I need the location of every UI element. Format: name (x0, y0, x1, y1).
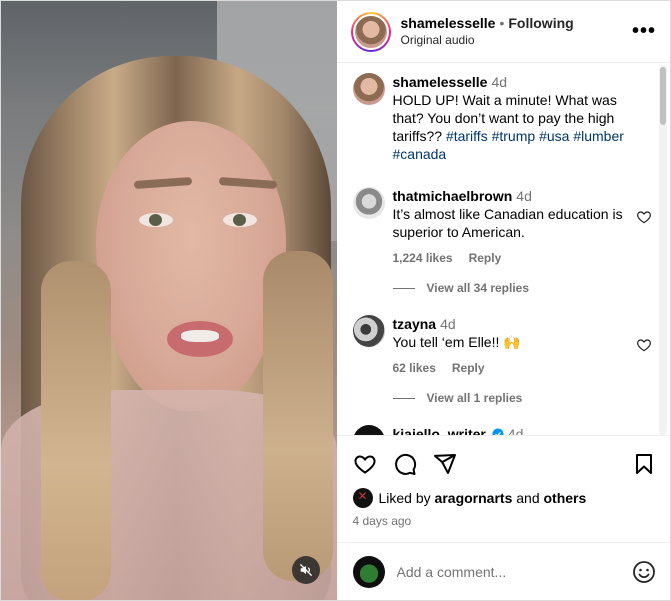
others-link[interactable]: others (544, 490, 587, 506)
comment-text: You tell ‘em Elle!! 🙌 (392, 334, 521, 350)
reply-button[interactable]: Reply (452, 359, 485, 377)
comment-likes[interactable]: 62 likes (393, 359, 436, 377)
comment-icon[interactable] (393, 452, 417, 476)
video-person-hair-strand (263, 251, 333, 581)
post-header: shamelesselle • Following Original audio •… (336, 1, 670, 63)
author-username[interactable]: shamelesselle (401, 15, 496, 31)
post-timestamp[interactable]: 4 days ago (353, 514, 657, 528)
hashtag[interactable]: #trump (492, 128, 536, 144)
avatar[interactable] (352, 187, 385, 219)
heart-icon[interactable] (636, 209, 652, 225)
more-options-button[interactable]: ••• (632, 20, 656, 43)
view-replies-button[interactable]: View all 34 replies (392, 281, 653, 295)
video-person-hair-strand (41, 261, 111, 600)
heart-icon[interactable] (353, 452, 377, 476)
audio-link[interactable]: Original audio (401, 32, 633, 49)
comment-username[interactable]: thatmichaelbrown (393, 188, 513, 204)
comment-text: It’s almost like Canadian education is s… (392, 206, 623, 240)
view-replies-label: View all 34 replies (426, 281, 530, 295)
avatar[interactable] (352, 73, 385, 105)
post-actions: Liked by aragornarts and others 4 days a… (336, 435, 670, 528)
comment: thatmichaelbrown 4d It’s almost like Cana… (352, 187, 653, 267)
comments-section[interactable]: shamelesselle 4d HOLD UP! Wait a minute! … (337, 63, 671, 435)
comment-username[interactable]: kiaiello_writer (393, 426, 486, 435)
comment-body: thatmichaelbrown 4d It’s almost like Cana… (393, 187, 653, 267)
speaker-muted-icon (300, 564, 312, 576)
comment-time[interactable]: 4d (508, 426, 524, 435)
video-player[interactable] (1, 1, 337, 600)
replies-line (392, 397, 415, 399)
author-avatar-ring[interactable] (350, 11, 391, 52)
comment-body: kiaiello_writer 4d (393, 425, 653, 435)
mute-button[interactable] (292, 556, 320, 584)
send-icon[interactable] (433, 452, 457, 476)
comment-time[interactable]: 4d (440, 316, 456, 332)
caption-time[interactable]: 4d (491, 74, 507, 90)
comment-meta: 62 likes Reply (393, 359, 629, 377)
view-replies-label: View all 1 replies (426, 391, 523, 405)
video-person-eye (223, 213, 257, 227)
post-details-panel: shamelesselle • Following Original audio •… (336, 1, 671, 600)
comment-likes[interactable]: 1,224 likes (393, 249, 453, 267)
liker-username[interactable]: aragornarts (435, 490, 513, 506)
author-info: shamelesselle • Following Original audio (401, 15, 633, 49)
action-icons (353, 444, 657, 484)
video-person-mouth (167, 321, 233, 357)
comment: kiaiello_writer 4d (352, 425, 653, 435)
bookmark-icon[interactable] (632, 452, 656, 476)
reply-button[interactable]: Reply (469, 249, 502, 267)
liked-by-conjunction: and (516, 490, 540, 506)
comment: tzayna 4d You tell ‘em Elle!! 🙌 62 likes … (352, 315, 653, 377)
comment-body: tzayna 4d You tell ‘em Elle!! 🙌 62 likes … (393, 315, 653, 377)
caption-body: shamelesselle 4d HOLD UP! Wait a minute! … (393, 73, 653, 163)
avatar[interactable] (352, 425, 385, 435)
following-button[interactable]: Following (508, 15, 573, 31)
replies-line (392, 287, 415, 289)
likes-summary: Liked by aragornarts and others (352, 488, 657, 508)
comment-input[interactable] (396, 563, 632, 580)
liked-by-prefix: Liked by (378, 490, 431, 506)
add-comment-bar (336, 542, 670, 600)
avatar[interactable] (352, 315, 385, 347)
hashtag[interactable]: #tariffs (446, 128, 488, 144)
heart-icon[interactable] (636, 337, 652, 353)
hashtag[interactable]: #usa (539, 128, 569, 144)
hashtag[interactable]: #lumber (573, 128, 624, 144)
comment-meta: 1,224 likes Reply (393, 249, 629, 267)
caption-username[interactable]: shamelesselle (393, 74, 488, 90)
separator-dot: • (499, 14, 505, 31)
caption-text: HOLD UP! Wait a minute! What was that? Y… (393, 91, 629, 163)
verified-badge-icon (492, 428, 504, 435)
hashtag[interactable]: #canada (393, 146, 447, 162)
comments-scrollbar[interactable] (659, 65, 667, 435)
author-avatar (352, 13, 389, 50)
liker-avatar[interactable] (352, 488, 373, 508)
video-person-eye (139, 213, 173, 227)
comment-time[interactable]: 4d (516, 188, 532, 204)
instagram-post-modal: shamelesselle • Following Original audio •… (0, 0, 671, 601)
caption: shamelesselle 4d HOLD UP! Wait a minute! … (352, 73, 653, 163)
current-user-avatar (352, 555, 385, 588)
emoji-icon[interactable] (632, 560, 656, 584)
comment-username[interactable]: tzayna (393, 316, 437, 332)
scrollbar-thumb[interactable] (660, 67, 666, 125)
view-replies-button[interactable]: View all 1 replies (392, 391, 653, 405)
